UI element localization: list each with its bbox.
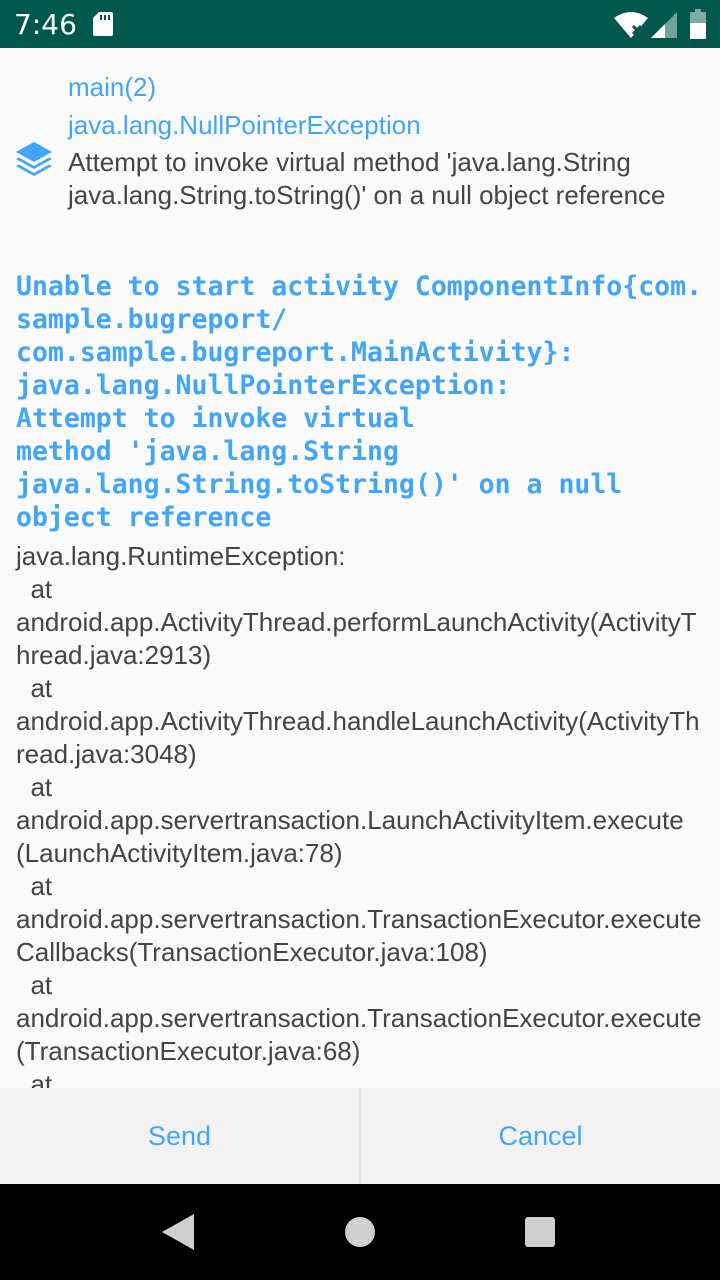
cancel-button[interactable]: Cancel: [361, 1088, 720, 1184]
error-summary: Unable to start activity ComponentInfo{c…: [16, 271, 703, 533]
wifi-icon: [614, 12, 648, 38]
sd-card-icon: [93, 12, 113, 36]
recents-icon[interactable]: [525, 1217, 555, 1247]
stack-trace: java.lang.RuntimeException: at android.a…: [16, 541, 702, 1088]
bug-report-content[interactable]: main(2) java.lang.NullPointerException A…: [0, 48, 720, 1088]
action-bar: Send Cancel: [0, 1088, 720, 1184]
battery-icon: [690, 9, 706, 39]
cell-signal-icon: [651, 12, 677, 38]
exception-message: Attempt to invoke virtual method 'java.l…: [68, 147, 666, 210]
send-button[interactable]: Send: [0, 1088, 359, 1184]
layers-icon: [16, 142, 52, 176]
status-bar: 7:46: [0, 0, 720, 48]
exception-type: java.lang.NullPointerException: [68, 110, 421, 140]
thread-name: main(2): [68, 72, 157, 102]
home-icon[interactable]: [345, 1217, 375, 1247]
back-icon[interactable]: [162, 1214, 194, 1250]
status-time: 7:46: [14, 8, 77, 41]
